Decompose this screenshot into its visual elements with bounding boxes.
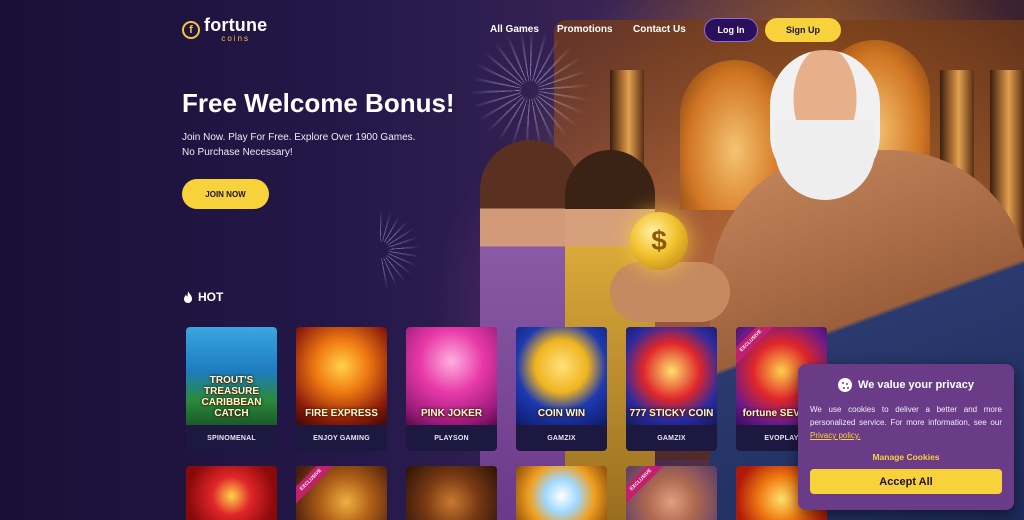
signup-button[interactable]: Sign Up [765,18,841,42]
game-provider: ENJOY GAMING [313,434,370,442]
exclusive-badge: EXCLUSIVE [626,466,670,509]
game-tile[interactable]: PINK JOKER PLAYSON [406,327,497,451]
hero-subtitle-line: Join Now. Play For Free. Explore Over 19… [182,132,416,143]
game-title: COIN WIN [537,408,586,419]
nav-all-games[interactable]: All Games [490,24,539,35]
nav-contact-us[interactable]: Contact Us [633,24,686,35]
game-provider: GAMZIX [657,434,686,442]
join-now-button[interactable]: JOIN NOW [182,179,269,209]
flame-icon [184,291,192,303]
game-tile[interactable]: EXCLUSIVE [626,466,717,520]
accept-all-button[interactable]: Accept All [810,469,1002,494]
game-provider: PLAYSON [434,434,469,442]
game-provider: GAMZIX [547,434,576,442]
privacy-policy-link[interactable]: Privacy policy. [810,431,861,440]
login-button[interactable]: Log In [704,18,758,42]
cookie-text: We use cookies to deliver a better and m… [810,403,1002,442]
hero-subtitle-line: No Purchase Necessary! [182,147,293,158]
game-tile[interactable]: COIN WIN GAMZIX [516,327,607,451]
game-tile[interactable]: 777 STICKY COIN GAMZIX [626,327,717,451]
exclusive-badge: EXCLUSIVE [736,327,780,370]
game-tile[interactable] [186,466,277,520]
coin-logo-icon: f [182,20,200,39]
game-tile[interactable] [406,466,497,520]
firework [380,210,420,290]
game-thumbnail: FIRE EXPRESS [296,327,387,425]
game-title: FIRE EXPRESS [305,408,378,419]
game-title: TROUT'S TREASURE CARIBBEAN CATCH [201,375,262,419]
zeus-hand [610,262,730,322]
game-tile[interactable]: EXCLUSIVE [296,466,387,520]
game-thumbnail: TROUT'S TREASURE CARIBBEAN CATCH [186,327,277,425]
logo[interactable]: f fortune coins [182,16,267,43]
exclusive-badge: EXCLUSIVE [296,466,340,509]
logo-subtitle: coins [221,34,251,43]
game-tile[interactable]: TROUT'S TREASURE CARIBBEAN CATCH SPINOME… [186,327,277,451]
game-title: PINK JOKER [420,408,483,419]
game-thumbnail: PINK JOKER [406,327,497,425]
game-thumbnail: 777 STICKY COIN [626,327,717,425]
nav-promotions[interactable]: Promotions [557,24,613,35]
cookie-body: We use cookies to deliver a better and m… [810,405,1002,427]
game-provider: SPINOMENAL [207,434,256,442]
hero-title: Free Welcome Bonus! [182,88,455,118]
game-tile[interactable]: FIRE EXPRESS ENJOY GAMING [296,327,387,451]
logo-wordmark: fortune [204,15,268,35]
hero-subtitle: Join Now. Play For Free. Explore Over 19… [182,130,442,160]
firework [470,30,590,150]
hot-label: HOT [198,290,224,304]
hot-section-title: HOT [183,290,223,304]
game-tile[interactable] [516,466,607,520]
cookie-consent-banner: We value your privacy We use cookies to … [798,364,1014,510]
gold-coin-icon: $ [630,212,688,270]
cookie-title: We value your privacy [858,379,974,391]
cookie-icon [838,378,853,392]
game-title: 777 STICKY COIN [629,408,714,419]
game-thumbnail: COIN WIN [516,327,607,425]
manage-cookies-link[interactable]: Manage Cookies [810,452,1002,462]
